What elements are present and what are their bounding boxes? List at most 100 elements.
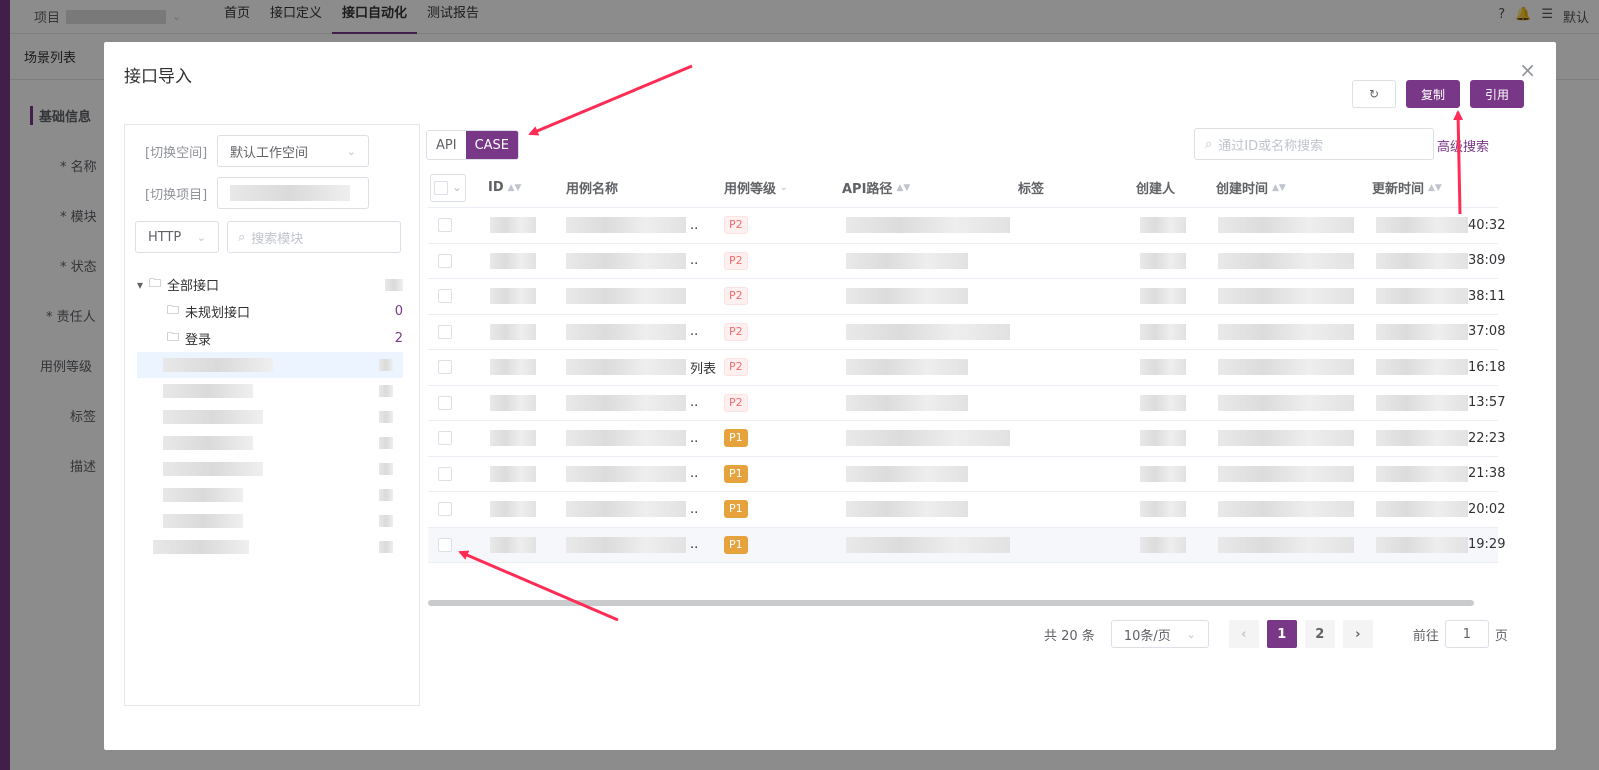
next-page-button[interactable]: › <box>1342 620 1373 648</box>
select-all-checkbox[interactable] <box>434 180 449 195</box>
filter-icon[interactable]: ⌄ <box>780 183 788 193</box>
tree-node-blurred[interactable] <box>137 430 403 456</box>
project-select[interactable] <box>217 177 369 209</box>
update-time-tail: 19:29 <box>1468 537 1506 553</box>
blurred-path <box>846 394 968 411</box>
tree-node-unplanned[interactable]: 🗀 未规划接口 0 <box>137 298 403 325</box>
table-row[interactable]: .. P1 22:23 <box>428 421 1505 457</box>
close-icon[interactable]: × <box>1519 58 1536 82</box>
update-time-tail: 13:57 <box>1468 395 1506 411</box>
row-checkbox[interactable] <box>438 431 452 446</box>
tree-node-blurred[interactable] <box>137 352 403 378</box>
column-header: ID <box>488 180 504 195</box>
table-row[interactable]: .. P2 38:09 <box>428 244 1505 279</box>
table-row[interactable]: .. P2 40:32 <box>428 208 1505 244</box>
column-header: 创建时间 <box>1216 182 1269 197</box>
search-icon: ⌕ <box>1205 136 1213 152</box>
blurred-update-time <box>1376 288 1468 305</box>
blurred-id <box>490 501 536 518</box>
blurred-id <box>490 252 536 269</box>
tab-api[interactable]: API <box>427 131 466 159</box>
tree-node-login[interactable]: 🗀 登录 2 <box>137 325 403 352</box>
blurred-id <box>490 394 536 411</box>
goto-page-input[interactable]: 1 <box>1444 620 1489 648</box>
dialog-actions: ↻ 复制 引用 <box>1351 80 1524 108</box>
copy-button[interactable]: 复制 <box>1405 80 1460 108</box>
page-2-button[interactable]: 2 <box>1304 620 1335 648</box>
tree-node-blurred[interactable] <box>137 378 403 404</box>
row-checkbox[interactable] <box>438 324 452 339</box>
sort-icon[interactable]: ▲▼ <box>508 183 522 193</box>
table-row[interactable]: 列表 P2 16:18 <box>428 350 1505 386</box>
module-search-input[interactable]: ⌕ 搜索模块 <box>227 221 401 253</box>
blurred-path <box>846 288 968 305</box>
row-checkbox[interactable] <box>438 395 452 410</box>
tree-root[interactable]: ▾ 🗀 全部接口 <box>137 271 403 298</box>
protocol-select[interactable]: HTTP ⌄ <box>135 221 219 253</box>
table-row[interactable]: .. P1 21:38 <box>428 457 1505 492</box>
advanced-search-link[interactable]: 高级搜索 <box>1437 136 1489 155</box>
tree-node-blurred[interactable] <box>137 482 403 508</box>
tab-case[interactable]: CASE <box>465 131 519 159</box>
folder-icon: 🗀 <box>167 330 180 344</box>
table-row[interactable]: P2 38:11 <box>428 279 1505 315</box>
table-header: ⌄ ID ▲▼ 用例名称 用例等级 ⌄ API路径 ▲▼ 标签 创建人 创建时间 ▲▼ … <box>428 168 1498 208</box>
blurred-creator <box>1140 359 1186 376</box>
blurred-creator <box>1140 465 1186 482</box>
tree-node-blurred[interactable] <box>137 534 403 560</box>
update-time-tail: 38:09 <box>1468 253 1506 269</box>
blurred-update-time <box>1376 501 1468 518</box>
blurred-name <box>566 430 686 447</box>
sort-icon[interactable]: ▲▼ <box>1428 183 1442 193</box>
pagination: 共 20 条 10条/页 ⌄ ‹ 1 2 › 前往 1 页 <box>1044 620 1508 648</box>
column-header: 用例等级 <box>724 182 777 197</box>
table-row[interactable]: .. P2 13:57 <box>428 386 1505 421</box>
select-all[interactable]: ⌄ <box>430 173 466 202</box>
blurred-name <box>566 394 686 411</box>
blurred-create-time <box>1218 217 1354 234</box>
sort-icon[interactable]: ▲▼ <box>896 183 910 193</box>
page-1-button[interactable]: 1 <box>1266 620 1297 648</box>
sort-icon[interactable]: ▲▼ <box>1272 183 1286 193</box>
row-checkbox[interactable] <box>438 502 452 517</box>
table-row[interactable]: .. P1 19:29 <box>428 527 1505 563</box>
chevron-down-icon: ⌄ <box>196 230 206 244</box>
blurred-id <box>490 217 536 234</box>
table-row[interactable]: .. P1 20:02 <box>428 492 1505 528</box>
blurred-update-time <box>1376 359 1468 376</box>
update-time-tail: 40:32 <box>1468 217 1506 233</box>
blurred-creator <box>1140 252 1186 269</box>
blurred-create-time <box>1218 536 1354 553</box>
row-checkbox[interactable] <box>438 253 452 268</box>
row-checkbox[interactable] <box>438 289 452 304</box>
dialog-title: 接口导入 <box>124 67 192 87</box>
case-search-input[interactable]: ⌕ 通过ID或名称搜索 <box>1194 128 1434 160</box>
workspace-select[interactable]: 默认工作空间 ⌄ <box>217 135 369 167</box>
prev-page-button[interactable]: ‹ <box>1228 620 1259 648</box>
tree-node-blurred[interactable] <box>137 456 403 482</box>
blurred-create-time <box>1218 323 1354 340</box>
blurred-path <box>846 252 968 269</box>
page-size-select[interactable]: 10条/页 ⌄ <box>1110 620 1209 648</box>
tree-node-blurred[interactable] <box>137 404 403 430</box>
tree-count: 2 <box>394 331 403 346</box>
refresh-button[interactable]: ↻ <box>1351 80 1396 108</box>
row-checkbox[interactable] <box>438 537 452 552</box>
column-header: 创建人 <box>1136 182 1176 197</box>
blurred-creator <box>1140 217 1186 234</box>
reference-button[interactable]: 引用 <box>1469 80 1524 108</box>
table-row[interactable]: .. P2 37:08 <box>428 315 1505 350</box>
tree-node-blurred[interactable] <box>137 508 403 534</box>
update-time-tail: 21:38 <box>1468 466 1506 482</box>
row-checkbox[interactable] <box>438 360 452 375</box>
row-checkbox[interactable] <box>438 466 452 481</box>
row-checkbox[interactable] <box>438 218 452 233</box>
horizontal-scrollbar[interactable] <box>428 600 1474 606</box>
case-name-tail: .. <box>690 501 699 517</box>
chevron-right-icon: › <box>1355 626 1361 642</box>
module-panel: [切换空间] 默认工作空间 ⌄ [切换项目] HTTP ⌄ ⌕ 搜索模块 ▾ 🗀… <box>124 124 420 706</box>
blurred-path <box>846 465 968 482</box>
blurred-name <box>566 252 686 269</box>
blurred-create-time <box>1218 501 1354 518</box>
blurred-update-time <box>1376 394 1468 411</box>
